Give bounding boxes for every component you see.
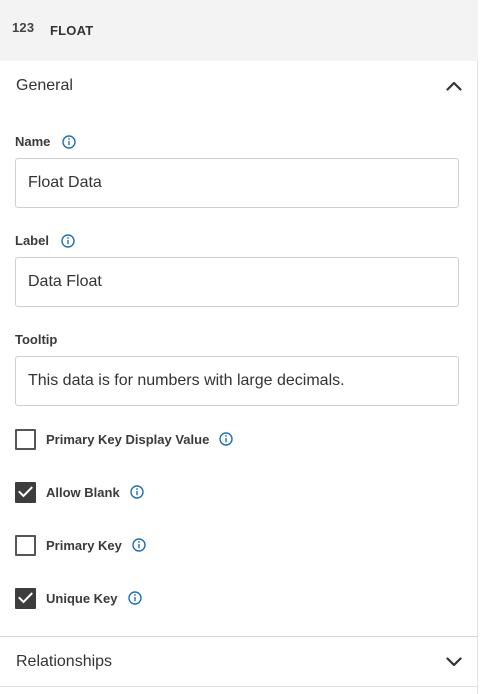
name-label-text: Name — [15, 134, 51, 149]
properties-panel: 123 FLOAT General Name Label Tooltip Pri… — [0, 0, 478, 694]
primary-key-display-value-checkbox[interactable] — [15, 428, 36, 450]
info-icon[interactable] — [62, 134, 77, 149]
general-section-header[interactable]: General — [0, 61, 478, 111]
info-icon[interactable] — [132, 538, 146, 552]
tooltip-field[interactable] — [15, 356, 459, 406]
checkmark-icon — [18, 592, 33, 604]
name-field[interactable] — [15, 158, 459, 208]
primary-key-row: Primary Key — [15, 534, 146, 556]
unique-key-checkbox[interactable] — [15, 587, 36, 609]
field-type-label: FLOAT — [50, 23, 94, 38]
info-icon[interactable] — [219, 432, 234, 446]
chevron-down-icon[interactable] — [446, 657, 462, 667]
info-icon[interactable] — [61, 233, 75, 248]
allow-blank-row: Allow Blank — [15, 481, 144, 503]
name-field-label: Name — [15, 134, 77, 149]
allow-blank-checkbox[interactable] — [15, 481, 36, 503]
label-field[interactable] — [15, 257, 459, 307]
primary-key-label: Primary Key — [46, 537, 122, 553]
primary-key-checkbox[interactable] — [15, 534, 36, 556]
unique-key-row: Unique Key — [15, 587, 142, 609]
chevron-up-icon[interactable] — [446, 81, 462, 91]
label-field-label: Label — [15, 233, 75, 248]
allow-blank-label: Allow Blank — [46, 484, 120, 500]
checkmark-icon — [18, 486, 33, 498]
tooltip-field-label: Tooltip — [15, 332, 57, 347]
primary-key-display-value-label: Primary Key Display Value — [46, 431, 210, 447]
info-icon[interactable] — [127, 591, 142, 605]
number-type-icon: 123 — [12, 20, 35, 35]
unique-key-label: Unique Key — [46, 590, 118, 606]
section-divider — [0, 686, 478, 687]
general-section-title: General — [16, 77, 73, 94]
info-icon[interactable] — [129, 485, 144, 499]
field-type-header: 123 FLOAT — [0, 0, 478, 61]
tooltip-label-text: Tooltip — [15, 332, 58, 347]
relationships-section-title: Relationships — [16, 653, 113, 670]
primary-key-display-value-row: Primary Key Display Value — [15, 428, 234, 450]
label-label-text: Label — [15, 233, 49, 248]
relationships-section-header[interactable]: Relationships — [0, 637, 478, 687]
